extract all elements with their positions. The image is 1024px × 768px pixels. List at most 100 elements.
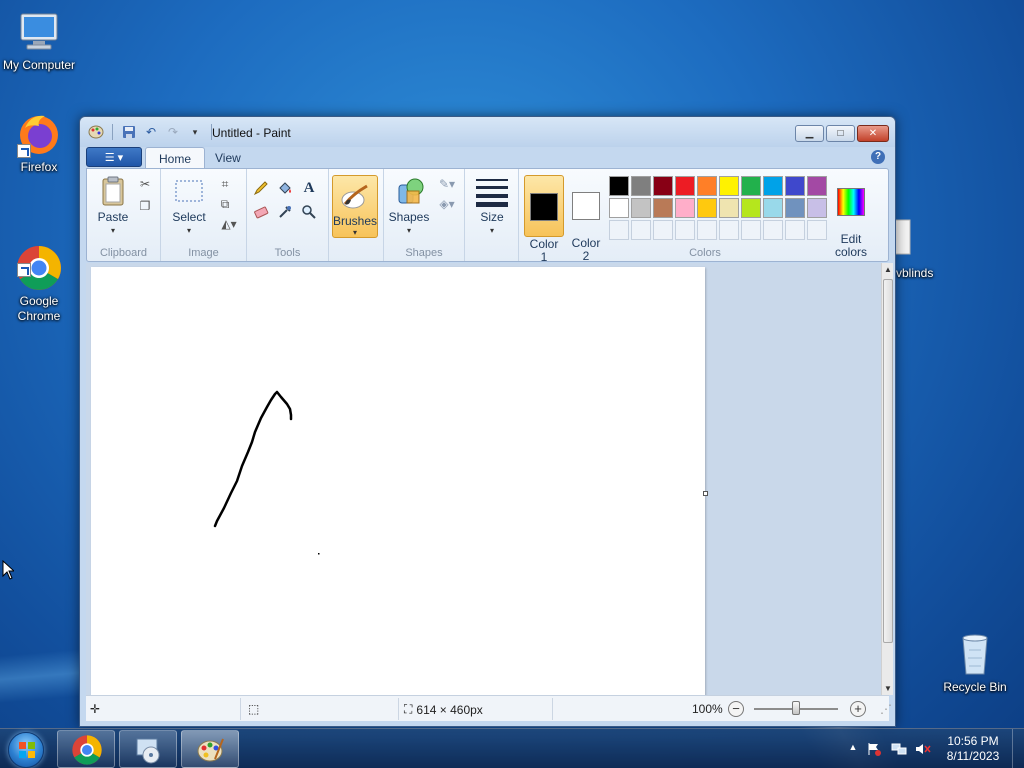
palette-color-empty[interactable] — [741, 220, 761, 240]
scroll-up-icon[interactable]: ▲ — [884, 265, 892, 274]
color1-button[interactable]: Color 1 — [524, 175, 564, 264]
palette-color-lavender[interactable] — [807, 198, 827, 218]
select-button[interactable]: Select ▾ — [171, 175, 207, 237]
paste-button[interactable]: Paste ▾ — [95, 175, 131, 237]
desktop-icon-recycle-bin[interactable]: Recycle Bin — [936, 630, 1014, 695]
brush-icon — [339, 180, 371, 212]
palette-color-green[interactable] — [741, 176, 761, 196]
palette-color-light-yellow[interactable] — [719, 198, 739, 218]
resize-handle-right[interactable] — [703, 491, 708, 496]
network-icon[interactable] — [891, 742, 907, 756]
taskbar-media-button[interactable] — [119, 730, 177, 768]
zoom-out-button[interactable]: − — [728, 701, 744, 717]
palette-color-gray[interactable] — [631, 176, 651, 196]
group-shapes: Shapes ▾ ✎▾ ◈▾ Shapes — [383, 169, 465, 261]
customize-qat-icon[interactable]: ▾ — [187, 124, 203, 140]
pencil-icon[interactable] — [251, 179, 271, 197]
desktop-icon-chrome[interactable]: Google Chrome — [0, 214, 78, 324]
palette-color-empty[interactable] — [653, 220, 673, 240]
size-button[interactable]: Size ▾ — [473, 175, 511, 237]
palette-color-orange[interactable] — [697, 176, 717, 196]
scroll-down-icon[interactable]: ▼ — [884, 684, 892, 693]
crop-icon[interactable]: ⌗ — [215, 175, 235, 193]
desktop-icon-firefox[interactable]: Firefox — [0, 110, 78, 175]
zoom-in-button[interactable]: + — [850, 701, 866, 717]
show-hidden-icons-icon[interactable]: ▲ — [845, 742, 861, 756]
taskbar: ▲ 10:56 PM 8/11/2023 — [0, 728, 1024, 768]
fill-style-icon[interactable]: ◈▾ — [434, 195, 460, 213]
paint-menu-button[interactable]: ☰ ▾ — [86, 147, 142, 167]
cut-icon[interactable]: ✂ — [135, 175, 155, 193]
vertical-scrollbar[interactable]: ▲ ▼ — [881, 263, 893, 695]
color-picker-icon[interactable] — [275, 203, 295, 221]
scroll-thumb[interactable] — [883, 279, 893, 643]
palette-color-dark-red[interactable] — [653, 176, 673, 196]
group-label-colors: Colors — [689, 247, 721, 259]
palette-color-brown[interactable] — [653, 198, 673, 218]
tab-view[interactable]: View — [202, 147, 254, 169]
palette-color-light-gray[interactable] — [631, 198, 651, 218]
palette-color-empty[interactable] — [609, 220, 629, 240]
taskbar-chrome-button[interactable] — [57, 730, 115, 768]
tab-home[interactable]: Home — [145, 147, 206, 169]
start-button[interactable] — [8, 732, 44, 768]
palette-color-blue-gray[interactable] — [785, 198, 805, 218]
palette-color-red[interactable] — [675, 176, 695, 196]
magnifier-icon[interactable] — [299, 203, 319, 221]
volume-muted-icon[interactable] — [915, 742, 931, 756]
palette-color-empty[interactable] — [697, 220, 717, 240]
group-image: Select ▾ ⌗ ⧉ ◭▾ Image — [161, 169, 247, 261]
fill-icon[interactable] — [275, 179, 295, 197]
palette-color-empty[interactable] — [807, 220, 827, 240]
palette-color-white[interactable] — [609, 198, 629, 218]
resize-icon[interactable]: ⧉ — [215, 195, 235, 213]
title-bar[interactable]: ↶ ↷ ▾ Untitled - Paint ▁ □ ✕ — [80, 117, 895, 147]
palette-color-turquoise[interactable] — [763, 176, 783, 196]
brushes-label: Brushes — [333, 214, 378, 228]
shortcut-arrow-icon — [17, 144, 31, 158]
outline-icon[interactable]: ✎▾ — [434, 175, 460, 193]
zoom-slider-thumb[interactable] — [792, 701, 800, 715]
copy-icon[interactable]: ❐ — [135, 197, 155, 215]
brushes-button[interactable]: Brushes ▾ — [332, 175, 378, 238]
group-label-clipboard: Clipboard — [99, 247, 148, 259]
maximize-button[interactable]: □ — [826, 125, 855, 142]
drawing-canvas[interactable] — [91, 267, 705, 695]
desktop-icon-my-computer[interactable]: My Computer — [0, 8, 78, 73]
grip-icon[interactable]: ⋰ — [880, 702, 892, 716]
close-button[interactable]: ✕ — [857, 125, 889, 142]
palette-color-black[interactable] — [609, 176, 629, 196]
save-icon[interactable] — [121, 124, 137, 140]
help-icon[interactable]: ? — [871, 150, 885, 164]
palette-color-empty[interactable] — [763, 220, 783, 240]
eraser-icon[interactable] — [251, 203, 271, 221]
paint-app-icon[interactable] — [88, 124, 104, 140]
rotate-icon[interactable]: ◭▾ — [215, 215, 243, 233]
separator — [552, 698, 553, 720]
minimize-button[interactable]: ▁ — [795, 125, 824, 142]
palette-color-yellow[interactable] — [719, 176, 739, 196]
palette-color-rose[interactable] — [675, 198, 695, 218]
select-icon — [173, 175, 205, 207]
palette-color-lime[interactable] — [741, 198, 761, 218]
color-palette — [609, 176, 827, 240]
palette-color-purple[interactable] — [807, 176, 827, 196]
system-clock[interactable]: 10:56 PM 8/11/2023 — [940, 734, 1006, 764]
redo-icon[interactable]: ↷ — [165, 124, 181, 140]
palette-color-gold[interactable] — [697, 198, 717, 218]
color2-button[interactable]: Color 2 — [566, 175, 606, 263]
palette-color-empty[interactable] — [719, 220, 739, 240]
action-center-flag-icon[interactable] — [866, 742, 882, 756]
shapes-button[interactable]: Shapes ▾ — [388, 175, 430, 237]
palette-color-indigo[interactable] — [785, 176, 805, 196]
palette-color-empty[interactable] — [631, 220, 651, 240]
text-icon[interactable]: A — [299, 179, 319, 197]
palette-color-empty[interactable] — [675, 220, 695, 240]
palette-color-empty[interactable] — [785, 220, 805, 240]
paint-window[interactable]: ↶ ↷ ▾ Untitled - Paint ▁ □ ✕ ☰ ▾ Home Vi… — [79, 116, 896, 727]
undo-icon[interactable]: ↶ — [143, 124, 159, 140]
canvas-workspace[interactable] — [86, 263, 881, 695]
palette-color-light-turquoise[interactable] — [763, 198, 783, 218]
show-desktop-button[interactable] — [1012, 729, 1024, 768]
taskbar-paint-button[interactable] — [181, 730, 239, 768]
